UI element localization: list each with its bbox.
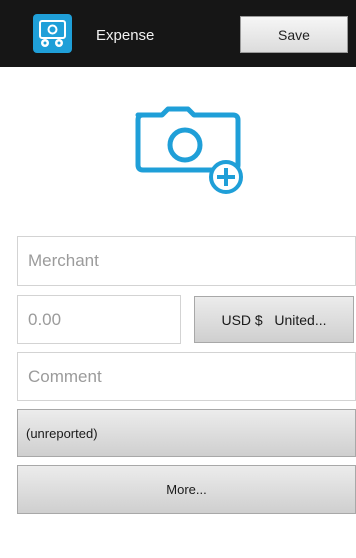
report-selector[interactable]: (unreported) xyxy=(17,409,356,457)
comment-placeholder: Comment xyxy=(28,366,102,386)
amount-placeholder: 0.00 xyxy=(28,309,62,329)
merchant-input[interactable]: Merchant xyxy=(17,236,356,286)
more-label: More... xyxy=(166,482,207,497)
add-photo-camera-icon xyxy=(135,106,243,194)
top-bar: Expense Save xyxy=(0,0,356,67)
expense-app-icon xyxy=(33,14,72,53)
merchant-placeholder: Merchant xyxy=(28,251,99,270)
add-receipt-photo-button[interactable] xyxy=(128,103,248,199)
report-label: (unreported) xyxy=(26,425,98,441)
amount-input[interactable]: 0.00 xyxy=(17,295,181,344)
currency-country: United... xyxy=(274,311,327,328)
comment-input[interactable]: Comment xyxy=(17,352,356,401)
more-button[interactable]: More... xyxy=(17,465,356,514)
currency-code: USD $ xyxy=(221,311,263,328)
save-button[interactable]: Save xyxy=(240,16,348,53)
app-title: Expense xyxy=(96,27,155,44)
currency-selector[interactable]: USD $ United... xyxy=(194,296,354,343)
